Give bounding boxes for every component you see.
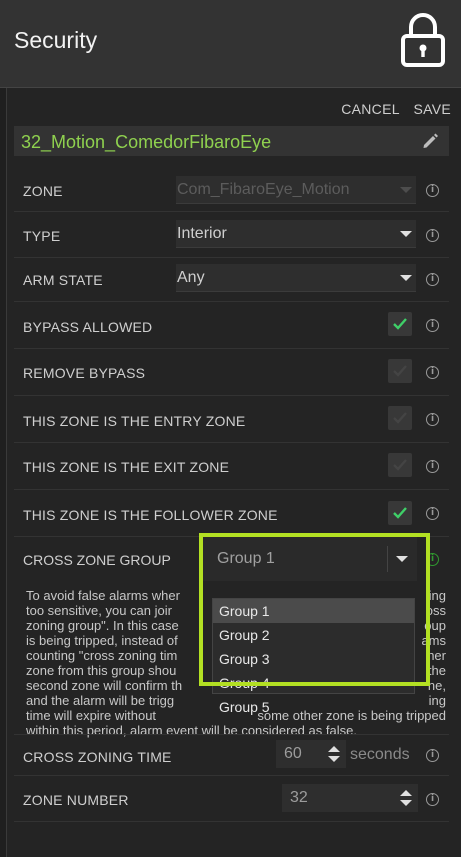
info-icon[interactable]: i [426,229,439,242]
info-icon[interactable]: i [426,319,439,332]
zone-number-value: 32 [290,789,308,806]
zone-row: ZONE Com_FibaroEye_Motion i [14,170,449,212]
type-value: Interior [177,225,227,242]
cancel-button[interactable]: CANCEL [341,101,399,117]
remove-bypass-row: REMOVE BYPASS i [14,349,449,396]
cross-zone-group-menu: Group 1 Group 2 Group 3 Group 4 Group 5 [212,598,415,715]
info-icon[interactable]: i [426,507,439,520]
lock-icon[interactable] [400,12,446,68]
check-icon [393,365,407,377]
check-icon [393,507,407,519]
zone-number-label: ZONE NUMBER [23,792,129,808]
check-icon [393,412,407,424]
cross-zone-group-label: CROSS ZONE GROUP [23,552,171,568]
type-row: TYPE Interior i [14,214,449,258]
entry-zone-row: THIS ZONE IS THE ENTRY ZONE i [14,396,449,443]
bypass-allowed-label: BYPASS ALLOWED [23,319,153,335]
info-icon[interactable]: i [426,413,439,426]
select-separator [387,546,388,572]
check-icon [393,318,407,330]
bypass-allowed-row: BYPASS ALLOWED i [14,302,449,349]
info-icon[interactable]: i [426,553,439,566]
zone-number-row: ZONE NUMBER 32 i [14,776,449,822]
app-header: Security [0,0,461,88]
follower-zone-label: THIS ZONE IS THE FOLLOWER ZONE [23,507,278,523]
cross-zoning-time-stepper[interactable]: 60 [276,740,346,768]
device-name-bar: 32_Motion_ComedorFibaroEye [14,126,449,156]
cross-zone-option-group-2[interactable]: Group 2 [213,623,414,647]
cross-zoning-time-row: CROSS ZONING TIME 60 seconds i [14,734,449,776]
cross-zoning-time-label: CROSS ZONING TIME [23,749,172,765]
bypass-allowed-checkbox[interactable] [388,312,412,336]
zone-select: Com_FibaroEye_Motion [176,176,416,204]
arm-state-value: Any [177,269,205,286]
zone-label: ZONE [23,183,63,199]
chevron-down-icon [400,187,412,193]
check-icon [393,459,407,471]
info-icon[interactable]: i [426,184,439,197]
info-icon[interactable]: i [426,793,439,806]
chevron-down-icon [400,231,412,237]
chevron-down-icon [400,275,412,281]
follower-zone-checkbox[interactable] [388,501,412,525]
cross-zoning-time-unit: seconds [350,746,410,763]
chevron-down-icon [396,556,408,562]
info-icon[interactable]: i [426,366,439,379]
chevron-down-icon[interactable] [400,800,412,806]
info-icon[interactable]: i [426,460,439,473]
exit-zone-label: THIS ZONE IS THE EXIT ZONE [23,459,230,475]
page-title: Security [14,27,98,53]
entry-zone-checkbox[interactable] [388,406,412,430]
cross-zone-group-select[interactable]: Group 1 [203,537,417,581]
chevron-up-icon[interactable] [328,746,340,752]
cross-zone-group-value: Group 1 [217,550,275,567]
zone-value: Com_FibaroEye_Motion [177,181,350,198]
chevron-up-icon[interactable] [400,790,412,796]
cross-zone-option-group-3[interactable]: Group 3 [213,647,414,671]
type-label: TYPE [23,228,61,244]
cross-zone-option-group-1[interactable]: Group 1 [213,599,414,623]
action-bar: CANCEL SAVE [331,101,451,117]
pencil-icon[interactable] [421,132,439,150]
arm-state-row: ARM STATE Any i [14,258,449,302]
arm-state-select[interactable]: Any [176,264,416,292]
save-button[interactable]: SAVE [413,101,451,117]
cross-zoning-time-value: 60 [284,745,302,762]
device-name: 32_Motion_ComedorFibaroEye [21,132,272,152]
remove-bypass-label: REMOVE BYPASS [23,365,146,381]
exit-zone-row: THIS ZONE IS THE EXIT ZONE i [14,443,449,490]
cross-zone-option-group-5[interactable]: Group 5 [213,695,414,719]
zone-number-stepper[interactable]: 32 [282,784,418,812]
cross-zone-option-group-4[interactable]: Group 4 [213,671,414,695]
exit-zone-checkbox[interactable] [388,453,412,477]
type-select[interactable]: Interior [176,220,416,248]
entry-zone-label: THIS ZONE IS THE ENTRY ZONE [23,413,246,429]
remove-bypass-checkbox[interactable] [388,359,412,383]
follower-zone-row: THIS ZONE IS THE FOLLOWER ZONE i [14,490,449,537]
arm-state-label: ARM STATE [23,272,103,288]
info-icon[interactable]: i [426,749,439,762]
chevron-down-icon[interactable] [328,756,340,762]
info-icon[interactable]: i [426,273,439,286]
